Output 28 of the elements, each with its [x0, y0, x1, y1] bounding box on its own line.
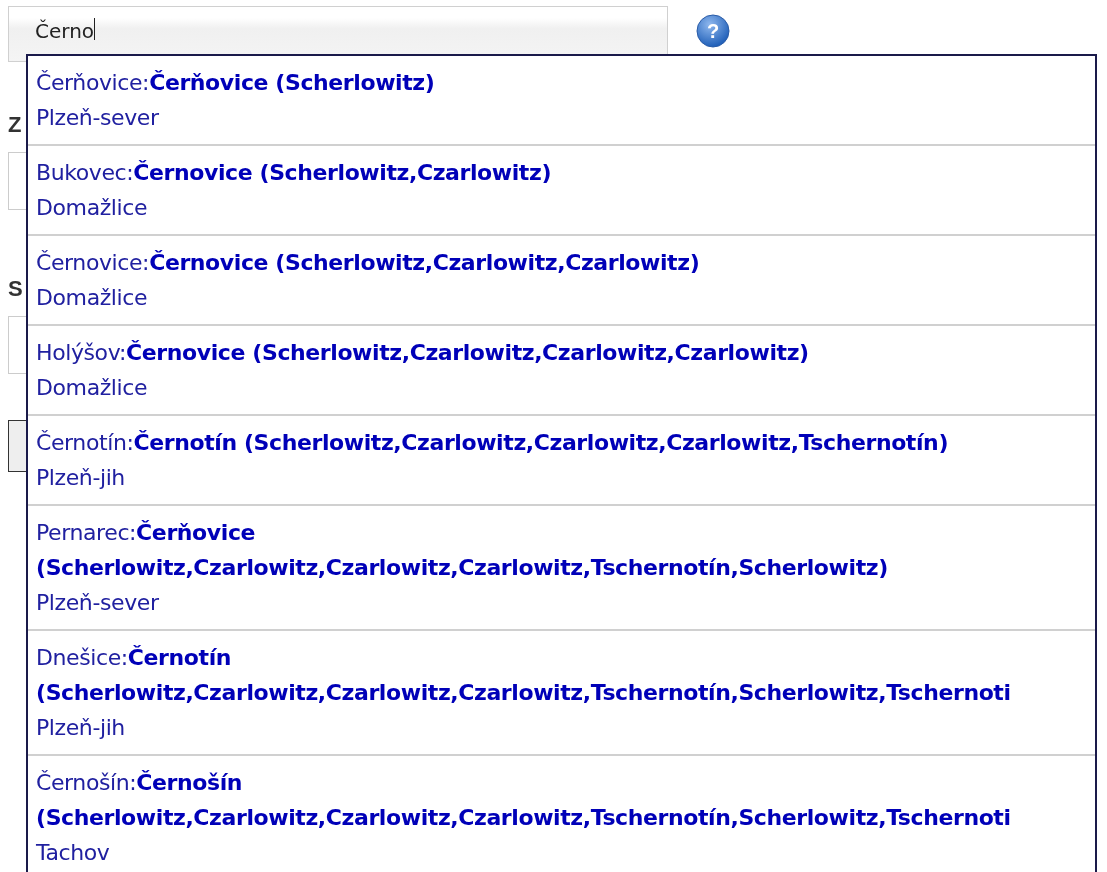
suggestion-title: Černovice:Černovice (Scherlowitz,Czarlowitz,Czarlowitz): [36, 249, 701, 277]
suggestion-item[interactable]: Černovice:Černovice (Scherlowitz,Czarlowitz,Czarlowitz) Domažlice: [28, 236, 1095, 326]
suggestion-item[interactable]: Dnešice:Černotín (Scherlowitz,Czarlowitz,Czarlowitz,Czarlowitz,Tschernotín,Scherlowitz,Tschernoti Plzeň-jih: [28, 631, 1095, 756]
suggestion-title: Černošín:Černošín (Scherlowitz,Czarlowitz,Czarlowitz,Czarlowitz,Tschernotín,Scherlowitz,Tschernoti: [36, 769, 1012, 832]
search-value: Černo: [35, 19, 95, 43]
suggestion-title: Holýšov:Černovice (Scherlowitz,Czarlowitz,Czarlowitz,Czarlowitz): [36, 339, 810, 367]
suggestion-district: Plzeň-sever: [36, 104, 160, 132]
suggestion-district: Domažlice: [36, 194, 149, 222]
form-label: S: [8, 276, 22, 300]
suggestion-item[interactable]: Pernarec:Čerňovice (Scherlowitz,Czarlowitz,Czarlowitz,Czarlowitz,Tschernotín,Scherlowitz) Plzeň-sever: [28, 506, 1095, 631]
suggestion-title: Čerňovice:Čerňovice (Scherlowitz): [36, 69, 436, 97]
form-label: Z: [8, 112, 22, 136]
suggestion-title: Bukovec:Černovice (Scherlowitz,Czarlowitz): [36, 159, 553, 187]
form-button[interactable]: [8, 420, 26, 472]
suggestion-item[interactable]: Černotín:Černotín (Scherlowitz,Czarlowitz,Czarlowitz,Czarlowitz,Tschernotín) Plzeň-jih: [28, 416, 1095, 506]
suggestion-district: Plzeň-jih: [36, 464, 126, 492]
suggestion-district: Plzeň-jih: [36, 714, 126, 742]
suggestion-item[interactable]: Holýšov:Černovice (Scherlowitz,Czarlowitz,Czarlowitz,Czarlowitz) Domažlice: [28, 326, 1095, 416]
suggestion-district: Tachov: [36, 839, 111, 867]
suggestion-district: Plzeň-sever: [36, 589, 160, 617]
suggestion-title: Černotín:Černotín (Scherlowitz,Czarlowitz,Czarlowitz,Czarlowitz,Tschernotín): [36, 429, 950, 457]
suggestion-item[interactable]: Černošín:Černošín (Scherlowitz,Czarlowitz,Czarlowitz,Czarlowitz,Tschernotín,Scherlowitz,Tschernoti Tachov: [28, 756, 1095, 872]
suggestion-district: Domažlice: [36, 374, 149, 402]
suggestion-item[interactable]: Čerňovice:Čerňovice (Scherlowitz) Plzeň-sever: [28, 56, 1095, 146]
suggestion-title: Dnešice:Černotín (Scherlowitz,Czarlowitz,Czarlowitz,Czarlowitz,Tschernotín,Scherlowitz,Tschernoti: [36, 644, 1012, 707]
suggestion-title: Pernarec:Čerňovice (Scherlowitz,Czarlowitz,Czarlowitz,Czarlowitz,Tschernotín,Scherlowitz): [36, 519, 889, 582]
suggestion-district: Domažlice: [36, 284, 149, 312]
suggestion-item[interactable]: Bukovec:Černovice (Scherlowitz,Czarlowitz) Domažlice: [28, 146, 1095, 236]
